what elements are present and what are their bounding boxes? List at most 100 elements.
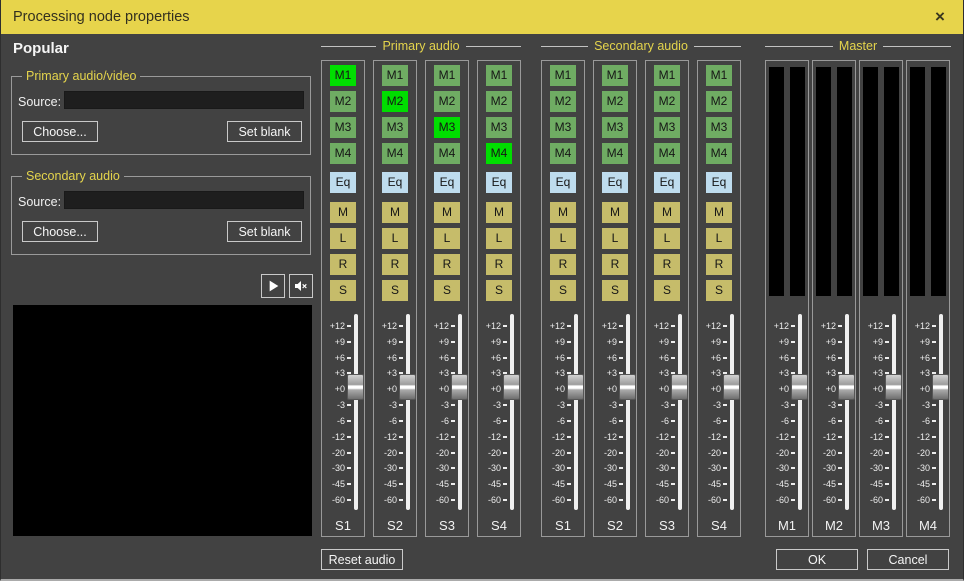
fader-track[interactable] [574,314,578,510]
fader-track[interactable] [730,314,734,510]
eq-button[interactable]: Eq [434,172,460,193]
eq-button[interactable]: Eq [602,172,628,193]
play-button[interactable] [261,274,285,298]
fader-thumb[interactable] [567,374,584,400]
matrix-button-m1[interactable]: M1 [706,65,732,86]
channel-button-m[interactable]: M [602,202,628,223]
matrix-button-m1[interactable]: M1 [434,65,460,86]
channel-button-s[interactable]: S [382,280,408,301]
channel-button-r[interactable]: R [550,254,576,275]
matrix-button-m1[interactable]: M1 [550,65,576,86]
channel-button-s[interactable]: S [602,280,628,301]
channel-button-l[interactable]: L [706,228,732,249]
fader-track[interactable] [939,314,943,510]
secondary-choose-button[interactable]: Choose... [22,221,98,242]
matrix-button-m4[interactable]: M4 [486,143,512,164]
matrix-button-m3[interactable]: M3 [706,117,732,138]
channel-button-r[interactable]: R [654,254,680,275]
fader-thumb[interactable] [791,374,808,400]
matrix-button-m1[interactable]: M1 [486,65,512,86]
channel-button-s[interactable]: S [330,280,356,301]
matrix-button-m2[interactable]: M2 [330,91,356,112]
channel-button-l[interactable]: L [434,228,460,249]
channel-button-r[interactable]: R [382,254,408,275]
matrix-button-m2[interactable]: M2 [654,91,680,112]
matrix-button-m2[interactable]: M2 [706,91,732,112]
fader-thumb[interactable] [451,374,468,400]
matrix-button-m4[interactable]: M4 [550,143,576,164]
cancel-button[interactable]: Cancel [867,549,949,570]
matrix-button-m4[interactable]: M4 [382,143,408,164]
matrix-button-m4[interactable]: M4 [434,143,460,164]
primary-choose-button[interactable]: Choose... [22,121,98,142]
eq-button[interactable]: Eq [486,172,512,193]
channel-button-r[interactable]: R [706,254,732,275]
matrix-button-m3[interactable]: M3 [486,117,512,138]
channel-button-m[interactable]: M [654,202,680,223]
fader-thumb[interactable] [399,374,416,400]
channel-button-m[interactable]: M [382,202,408,223]
matrix-button-m1[interactable]: M1 [330,65,356,86]
eq-button[interactable]: Eq [330,172,356,193]
ok-button[interactable]: OK [776,549,858,570]
primary-set-blank-button[interactable]: Set blank [227,121,302,142]
matrix-button-m1[interactable]: M1 [382,65,408,86]
matrix-button-m3[interactable]: M3 [602,117,628,138]
matrix-button-m4[interactable]: M4 [602,143,628,164]
fader-thumb[interactable] [347,374,364,400]
channel-button-m[interactable]: M [550,202,576,223]
channel-button-m[interactable]: M [330,202,356,223]
matrix-button-m3[interactable]: M3 [654,117,680,138]
fader-thumb[interactable] [503,374,520,400]
fader-thumb[interactable] [885,374,902,400]
channel-button-s[interactable]: S [434,280,460,301]
fader-track[interactable] [678,314,682,510]
channel-button-l[interactable]: L [654,228,680,249]
fader-track[interactable] [845,314,849,510]
channel-button-l[interactable]: L [602,228,628,249]
eq-button[interactable]: Eq [382,172,408,193]
matrix-button-m2[interactable]: M2 [602,91,628,112]
mute-button[interactable] [289,274,313,298]
channel-button-l[interactable]: L [550,228,576,249]
matrix-button-m4[interactable]: M4 [330,143,356,164]
fader-track[interactable] [798,314,802,510]
matrix-button-m4[interactable]: M4 [706,143,732,164]
fader-track[interactable] [354,314,358,510]
fader-thumb[interactable] [932,374,949,400]
fader-track[interactable] [892,314,896,510]
matrix-button-m2[interactable]: M2 [382,91,408,112]
eq-button[interactable]: Eq [706,172,732,193]
eq-button[interactable]: Eq [550,172,576,193]
matrix-button-m2[interactable]: M2 [486,91,512,112]
eq-button[interactable]: Eq [654,172,680,193]
fader-thumb[interactable] [671,374,688,400]
channel-button-l[interactable]: L [330,228,356,249]
matrix-button-m2[interactable]: M2 [550,91,576,112]
fader-thumb[interactable] [723,374,740,400]
channel-button-s[interactable]: S [654,280,680,301]
secondary-set-blank-button[interactable]: Set blank [227,221,302,242]
channel-button-r[interactable]: R [434,254,460,275]
channel-button-r[interactable]: R [330,254,356,275]
matrix-button-m3[interactable]: M3 [550,117,576,138]
primary-source-input[interactable] [64,91,304,109]
channel-button-m[interactable]: M [434,202,460,223]
reset-audio-button[interactable]: Reset audio [321,549,403,570]
matrix-button-m2[interactable]: M2 [434,91,460,112]
matrix-button-m3[interactable]: M3 [382,117,408,138]
fader-thumb[interactable] [619,374,636,400]
channel-button-l[interactable]: L [382,228,408,249]
fader-track[interactable] [406,314,410,510]
channel-button-r[interactable]: R [602,254,628,275]
channel-button-s[interactable]: S [550,280,576,301]
secondary-source-input[interactable] [64,191,304,209]
channel-button-m[interactable]: M [486,202,512,223]
fader-track[interactable] [626,314,630,510]
channel-button-m[interactable]: M [706,202,732,223]
matrix-button-m1[interactable]: M1 [654,65,680,86]
channel-button-s[interactable]: S [706,280,732,301]
channel-button-l[interactable]: L [486,228,512,249]
fader-thumb[interactable] [838,374,855,400]
fader-track[interactable] [458,314,462,510]
